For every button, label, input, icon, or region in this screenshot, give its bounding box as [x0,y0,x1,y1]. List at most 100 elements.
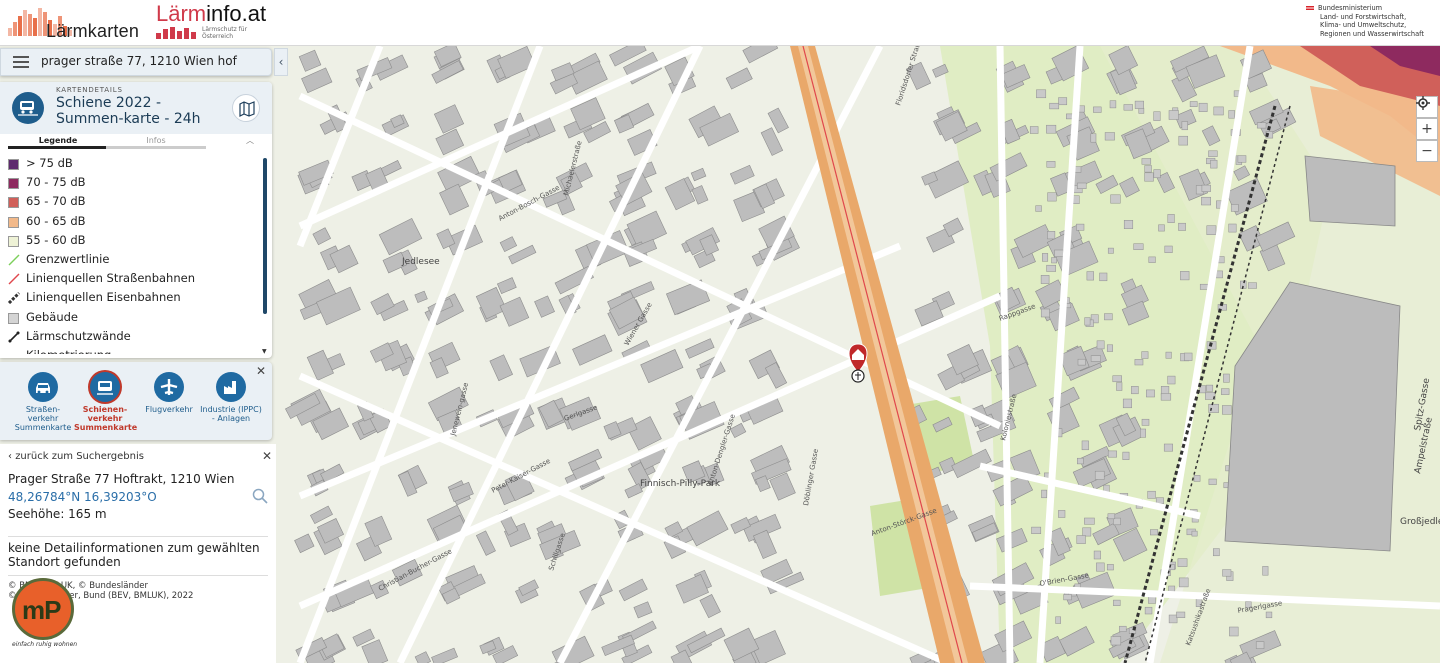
legend-item: 60 - 65 dB [8,212,258,231]
search-input[interactable]: prager straße 77, 1210 Wien hof [41,54,237,68]
laerminfo-logo[interactable]: Lärminfo.at Lärmschutz für Österreich [156,2,266,42]
legend-label: > 75 dB [26,156,73,170]
building [1144,606,1153,615]
building [1123,220,1134,229]
building [1256,122,1267,129]
map-details-panel: KARTENDETAILS Schiene 2022 - Summen-kart… [0,82,272,358]
hamburger-menu-icon[interactable] [13,56,29,68]
building [1113,599,1121,606]
legend-swatch [8,178,19,190]
legend-label: 65 - 70 dB [26,194,86,209]
building [1221,388,1230,395]
building [1134,359,1144,366]
building [1138,107,1145,114]
watermark-logo-text: mP [22,595,61,625]
building [1262,566,1269,576]
street-label: Jedlesee [401,257,440,267]
top-header: Lärmkarten Lärminfo.at Lärmschutz für Ös… [0,0,1440,46]
building [1076,223,1085,231]
map-details-kicker: KARTENDETAILS [56,86,123,94]
building [1164,245,1173,253]
ministry-line-row: Bundesministerium [1306,4,1438,13]
layer-car[interactable]: Straßen-verkehr Summenkarte [12,372,74,432]
close-icon[interactable]: ✕ [262,449,272,463]
back-to-results-link[interactable]: ‹ zurück zum Suchergebnis [8,451,144,462]
building [1168,614,1178,624]
building [1035,205,1042,212]
building [1177,558,1188,567]
location-coordinates[interactable]: 48,26784°N 16,39203°O [8,490,157,504]
ministry-line: Bundesministerium [1318,4,1383,12]
legend-swatch [8,159,19,170]
ministry-logo[interactable]: Bundesministerium Land- und Forstwirtscha… [1306,4,1438,38]
zoom-out-button[interactable]: − [1416,140,1438,162]
legend-label: Gebäude [26,309,78,324]
ministry-line: Regionen und Wasserwirtschaft [1320,29,1424,38]
building [1147,490,1156,499]
map-selector-button[interactable] [232,94,260,122]
building [1094,470,1105,480]
building [1031,526,1042,534]
tab-infos[interactable]: Infos [106,136,206,149]
train-icon [12,92,44,124]
building [1106,564,1114,571]
layer-plane[interactable]: Flugverkehr [138,372,200,414]
building [1222,569,1232,577]
building [1223,373,1230,383]
train-icon [90,372,120,402]
zoom-in-button[interactable]: + [1416,118,1438,140]
ministry-line-row: Land- und Forstwirtschaft, [1306,13,1438,22]
details-tabs: Legende Infos ︿ [0,134,272,150]
search-bar[interactable]: prager straße 77, 1210 Wien hof [0,48,272,76]
no-details-message: keine Detailinformationen zum gewählten … [8,541,260,569]
map-title: Schiene 2022 - Summen-karte - 24h [56,95,201,127]
building [1165,351,1172,359]
back-link-label: zurück zum Suchergebnis [15,451,144,462]
building [1131,386,1139,395]
legend-item: Linienquellen Eisenbahnen [8,288,258,307]
laermkarten-logo[interactable]: Lärmkarten [8,4,148,42]
legend-label: Grenzwertlinie [26,251,110,266]
building [1304,155,1396,227]
building [1049,102,1060,110]
layer-label: Straßen-verkehr Summenkarte [14,405,72,432]
building [1158,224,1165,232]
building [1051,257,1057,264]
divider [8,575,268,576]
building [1046,124,1057,134]
map-controls: + − [1416,96,1438,162]
building [1146,389,1155,398]
tab-legend[interactable]: Legende [8,136,108,149]
building [1153,111,1161,121]
building [1081,440,1089,451]
ministry-line-row: Klima- und Umweltschutz, [1306,21,1438,30]
layer-factory[interactable]: Industrie (IPPC) - Anlagen [200,372,262,423]
building [1208,403,1219,413]
building [1148,256,1156,263]
building [1184,352,1193,361]
legend-list: > 75 dB 70 - 75 dB 65 - 70 dB 60 - 65 dB 55 … [8,154,258,354]
legend-item: Kilometrierung [8,346,258,354]
building [1084,517,1095,525]
legend-item: Lärmschutzwände [8,327,258,346]
building [1167,214,1175,223]
legend-label: 70 - 75 dB [26,175,86,190]
building [1107,450,1117,458]
zoom-to-location-icon[interactable] [252,488,268,504]
location-marker[interactable] [848,343,868,383]
legend-scrollbar[interactable] [263,158,267,314]
scroll-down-icon[interactable]: ▼ [262,348,267,355]
layer-train[interactable]: Schienen-verkehr Summenkarte [74,372,137,432]
legend-label: Lärmschutzwände [26,328,131,343]
building [1122,451,1130,460]
building [1093,106,1102,113]
collapse-panel-button[interactable]: ‹ [274,48,288,76]
street-label: Finnisch-Pilly-Park [640,479,721,489]
building [1222,405,1232,415]
locate-button[interactable] [1416,96,1438,118]
building [1077,182,1087,189]
chevron-up-icon[interactable]: ︿ [246,135,254,146]
minus-icon: − [1421,143,1433,159]
building [1208,478,1217,485]
car-icon [28,372,58,402]
